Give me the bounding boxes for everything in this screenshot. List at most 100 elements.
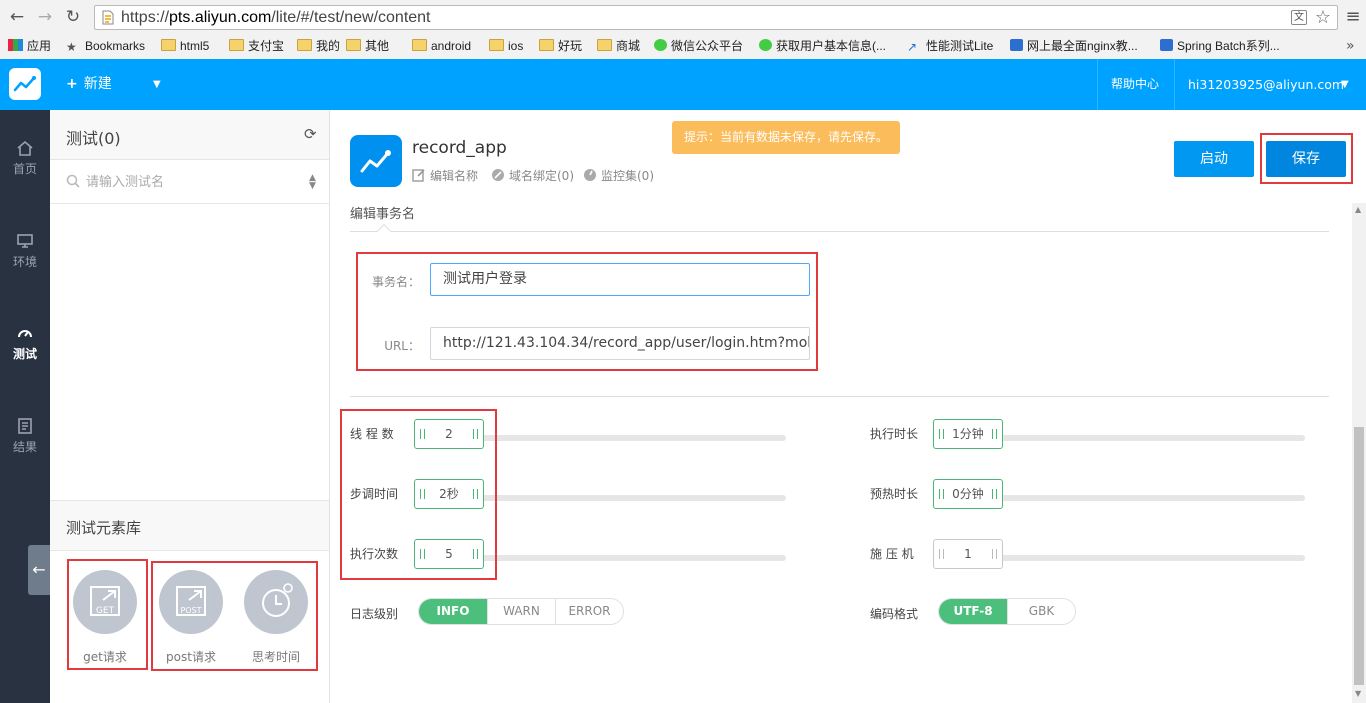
section-title: 编辑事务名 xyxy=(350,207,416,222)
vertical-scrollbar[interactable]: ▲ ▼ xyxy=(1352,203,1366,703)
bookmark-item[interactable]: 获取用户基本信息(... xyxy=(759,34,886,58)
sidebar-item-results[interactable]: 结果 xyxy=(0,418,50,455)
scroll-up-icon[interactable]: ▲ xyxy=(1355,205,1361,214)
load-machine-handle[interactable]: 1 xyxy=(933,539,1003,569)
thread-count-slider[interactable] xyxy=(480,435,786,441)
scrollbar-thumb[interactable] xyxy=(1354,427,1364,685)
sidebar-item-test[interactable]: 测试 xyxy=(0,325,50,362)
user-menu[interactable]: hi31203925@aliyun.com xyxy=(1188,59,1344,110)
annotation-box xyxy=(356,252,818,371)
duration-handle[interactable]: 1分钟 xyxy=(933,419,1003,449)
bookmark-item[interactable]: ios xyxy=(489,34,523,58)
bookmark-item[interactable]: 商城 xyxy=(597,34,640,58)
folder-icon xyxy=(229,39,244,51)
report-icon xyxy=(18,418,32,434)
back-arrow-icon[interactable]: ← xyxy=(6,6,28,28)
page-icon xyxy=(102,10,114,25)
search-input[interactable] xyxy=(86,171,306,193)
folder-icon xyxy=(297,39,312,51)
pacing-time-slider[interactable] xyxy=(480,495,786,501)
address-url: https://pts.aliyun.com/lite/#/test/new/c… xyxy=(121,9,431,26)
refresh-icon[interactable]: ⟳ xyxy=(304,125,317,143)
folder-icon xyxy=(489,39,504,51)
execution-count-slider[interactable] xyxy=(480,555,786,561)
reload-icon[interactable]: ↻ xyxy=(62,6,84,28)
bookmark-item[interactable]: 其他 xyxy=(346,34,389,58)
sidebar-item-home[interactable]: 首页 xyxy=(0,140,50,177)
load-machine-label: 施 压 机 xyxy=(870,547,914,561)
chart-line-icon xyxy=(360,150,391,173)
star-icon[interactable]: ☆ xyxy=(1315,6,1331,29)
edit-name-link[interactable]: 编辑名称 xyxy=(412,167,478,184)
bookmark-item[interactable]: Spring Batch系列... xyxy=(1160,34,1280,58)
chevron-down-icon[interactable]: ▼ xyxy=(153,59,161,110)
address-bar[interactable]: https://pts.aliyun.com/lite/#/test/new/c… xyxy=(94,5,1338,30)
test-editor: record_app 编辑名称 域名绑定(0) 监控集(0) 提示：当前有数据未… xyxy=(330,110,1366,703)
left-sidebar: 首页 环境 测试 结果 xyxy=(0,110,50,703)
annotation-box xyxy=(1260,133,1353,184)
log-level-error[interactable]: ERROR xyxy=(555,599,623,624)
load-machine-slider[interactable] xyxy=(1000,555,1305,561)
home-icon xyxy=(17,140,33,156)
app-icon xyxy=(350,135,402,187)
collapse-panel-button[interactable]: ← xyxy=(28,545,50,595)
bookmark-item[interactable]: html5 xyxy=(161,34,209,58)
log-level-info[interactable]: INFO xyxy=(419,599,487,624)
bookmark-item[interactable]: 支付宝 xyxy=(229,34,284,58)
element-library-header: 测试元素库 xyxy=(50,500,329,551)
bookmark-item[interactable]: 好玩 xyxy=(539,34,582,58)
star-icon: ★ xyxy=(66,40,77,54)
search-icon xyxy=(66,174,80,188)
domain-binding-link[interactable]: 域名绑定(0) xyxy=(491,167,574,184)
annotation-box xyxy=(151,561,318,671)
log-level-label: 日志级别 xyxy=(350,607,399,621)
bookmarks-bar: 应用 ★ Bookmarks html5 支付宝 我的 其他 android ios 好玩 商城 微信… xyxy=(0,34,1366,58)
app-logo[interactable] xyxy=(9,68,41,100)
bookmark-item[interactable]: android xyxy=(412,34,471,58)
monitor-icon xyxy=(17,234,33,248)
sidebar-item-environment[interactable]: 环境 xyxy=(0,233,50,270)
warmup-label: 预热时长 xyxy=(870,487,919,501)
annotation-box xyxy=(67,559,148,670)
annotation-box xyxy=(340,409,497,580)
bookmark-item[interactable]: 网上最全面nginx教... xyxy=(1010,34,1138,58)
chevron-left-icon: ← xyxy=(32,560,46,579)
wechat-icon xyxy=(759,39,772,51)
element-library-title: 测试元素库 xyxy=(66,519,142,537)
menu-icon[interactable]: ≡ xyxy=(1344,6,1362,28)
folder-icon xyxy=(161,39,176,51)
warmup-handle[interactable]: 0分钟 xyxy=(933,479,1003,509)
encoding-label: 编码格式 xyxy=(870,607,919,621)
warmup-slider[interactable] xyxy=(1000,495,1305,501)
scroll-down-icon[interactable]: ▼ xyxy=(1355,689,1361,698)
duration-slider[interactable] xyxy=(1000,435,1305,441)
test-list-title: 测试(0) xyxy=(66,129,121,148)
translate-icon[interactable]: 文 xyxy=(1291,10,1307,25)
gauge-icon xyxy=(18,330,32,338)
log-level-warn[interactable]: WARN xyxy=(487,599,555,624)
bookmark-item[interactable]: 微信公众平台 xyxy=(654,34,743,58)
bookmarks-overflow-icon[interactable]: » xyxy=(1346,34,1355,58)
bookmark-item[interactable]: 应用 xyxy=(8,34,51,58)
page-icon xyxy=(1010,39,1023,51)
bookmark-item[interactable]: 我的 xyxy=(297,34,340,58)
monitor-set-link[interactable]: 监控集(0) xyxy=(583,167,654,184)
forward-arrow-icon[interactable]: → xyxy=(34,6,56,28)
bookmark-item[interactable]: ★ Bookmarks xyxy=(66,34,145,58)
sort-icon[interactable]: ▲ ▼ xyxy=(309,174,316,191)
chart-icon: ↗ xyxy=(907,40,918,54)
folder-icon xyxy=(346,39,361,51)
test-list-header: 测试(0) ⟳ xyxy=(50,110,329,160)
bookmark-item[interactable]: ↗ 性能测试Lite xyxy=(907,34,993,58)
log-level-toggle: INFO WARN ERROR xyxy=(418,598,624,625)
chart-line-icon xyxy=(13,76,36,92)
encoding-gbk[interactable]: GBK xyxy=(1007,599,1075,624)
help-center-link[interactable]: 帮助中心 xyxy=(1111,59,1159,110)
folder-icon xyxy=(412,39,427,51)
top-navbar: + 新建 ▼ 帮助中心 hi31203925@aliyun.com ▼ xyxy=(0,59,1366,110)
gauge-icon xyxy=(584,169,596,181)
new-button[interactable]: + 新建 xyxy=(66,59,112,110)
encoding-utf8[interactable]: UTF-8 xyxy=(939,599,1007,624)
start-button[interactable]: 启动 xyxy=(1174,141,1254,177)
chevron-down-icon[interactable]: ▼ xyxy=(1341,59,1349,110)
